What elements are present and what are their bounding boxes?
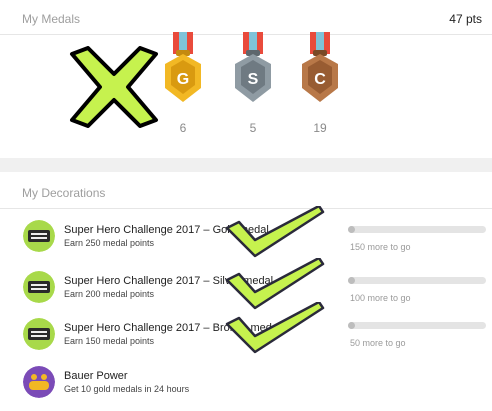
medal-points: 47 pts — [449, 12, 482, 26]
decoration-row-bauer-power[interactable]: Bauer Power Get 10 gold medals in 24 hou… — [0, 362, 492, 406]
super-hero-badge-icon — [23, 220, 55, 252]
bronze-medal-icon: C — [302, 32, 338, 102]
my-decorations-title: My Decorations — [22, 186, 106, 200]
gold-medal-letter: G — [177, 71, 189, 88]
silver-medal-icon: S — [235, 32, 271, 102]
decoration-title: Bauer Power — [64, 370, 128, 382]
gold-medal-icon: G — [165, 32, 201, 102]
progress-fill — [348, 226, 355, 233]
bronze-medal-count: 19 — [313, 121, 327, 135]
bronze-medal-letter: C — [314, 71, 326, 88]
decoration-subtitle: Earn 250 medal points — [64, 238, 155, 248]
my-medals-card: My Medals 47 pts G S C 6 5 19 — [0, 0, 492, 158]
check-mark-icon — [225, 206, 325, 258]
decoration-subtitle: Earn 200 medal points — [64, 289, 155, 299]
decoration-subtitle: Earn 150 medal points — [64, 336, 155, 346]
progress-text: 100 more to go — [350, 293, 411, 303]
progress-text: 150 more to go — [350, 242, 411, 252]
my-decorations-card: My Decorations Super Hero Challenge 2017… — [0, 172, 492, 411]
decoration-subtitle: Get 10 gold medals in 24 hours — [64, 384, 190, 394]
progress-bar — [348, 226, 486, 233]
silver-medal-letter: S — [248, 71, 259, 88]
silver-medal-count: 5 — [249, 121, 257, 135]
gold-medal-count: 6 — [179, 121, 187, 135]
progress-fill — [348, 322, 355, 329]
progress-fill — [348, 277, 355, 284]
bauer-power-badge-icon — [23, 366, 55, 398]
progress-bar — [348, 322, 486, 329]
super-hero-badge-icon — [23, 271, 55, 303]
x-mark-icon — [70, 46, 158, 128]
check-mark-icon — [225, 302, 325, 354]
progress-text: 50 more to go — [350, 338, 406, 348]
progress-bar — [348, 277, 486, 284]
my-medals-title: My Medals — [22, 12, 81, 26]
super-hero-badge-icon — [23, 318, 55, 350]
